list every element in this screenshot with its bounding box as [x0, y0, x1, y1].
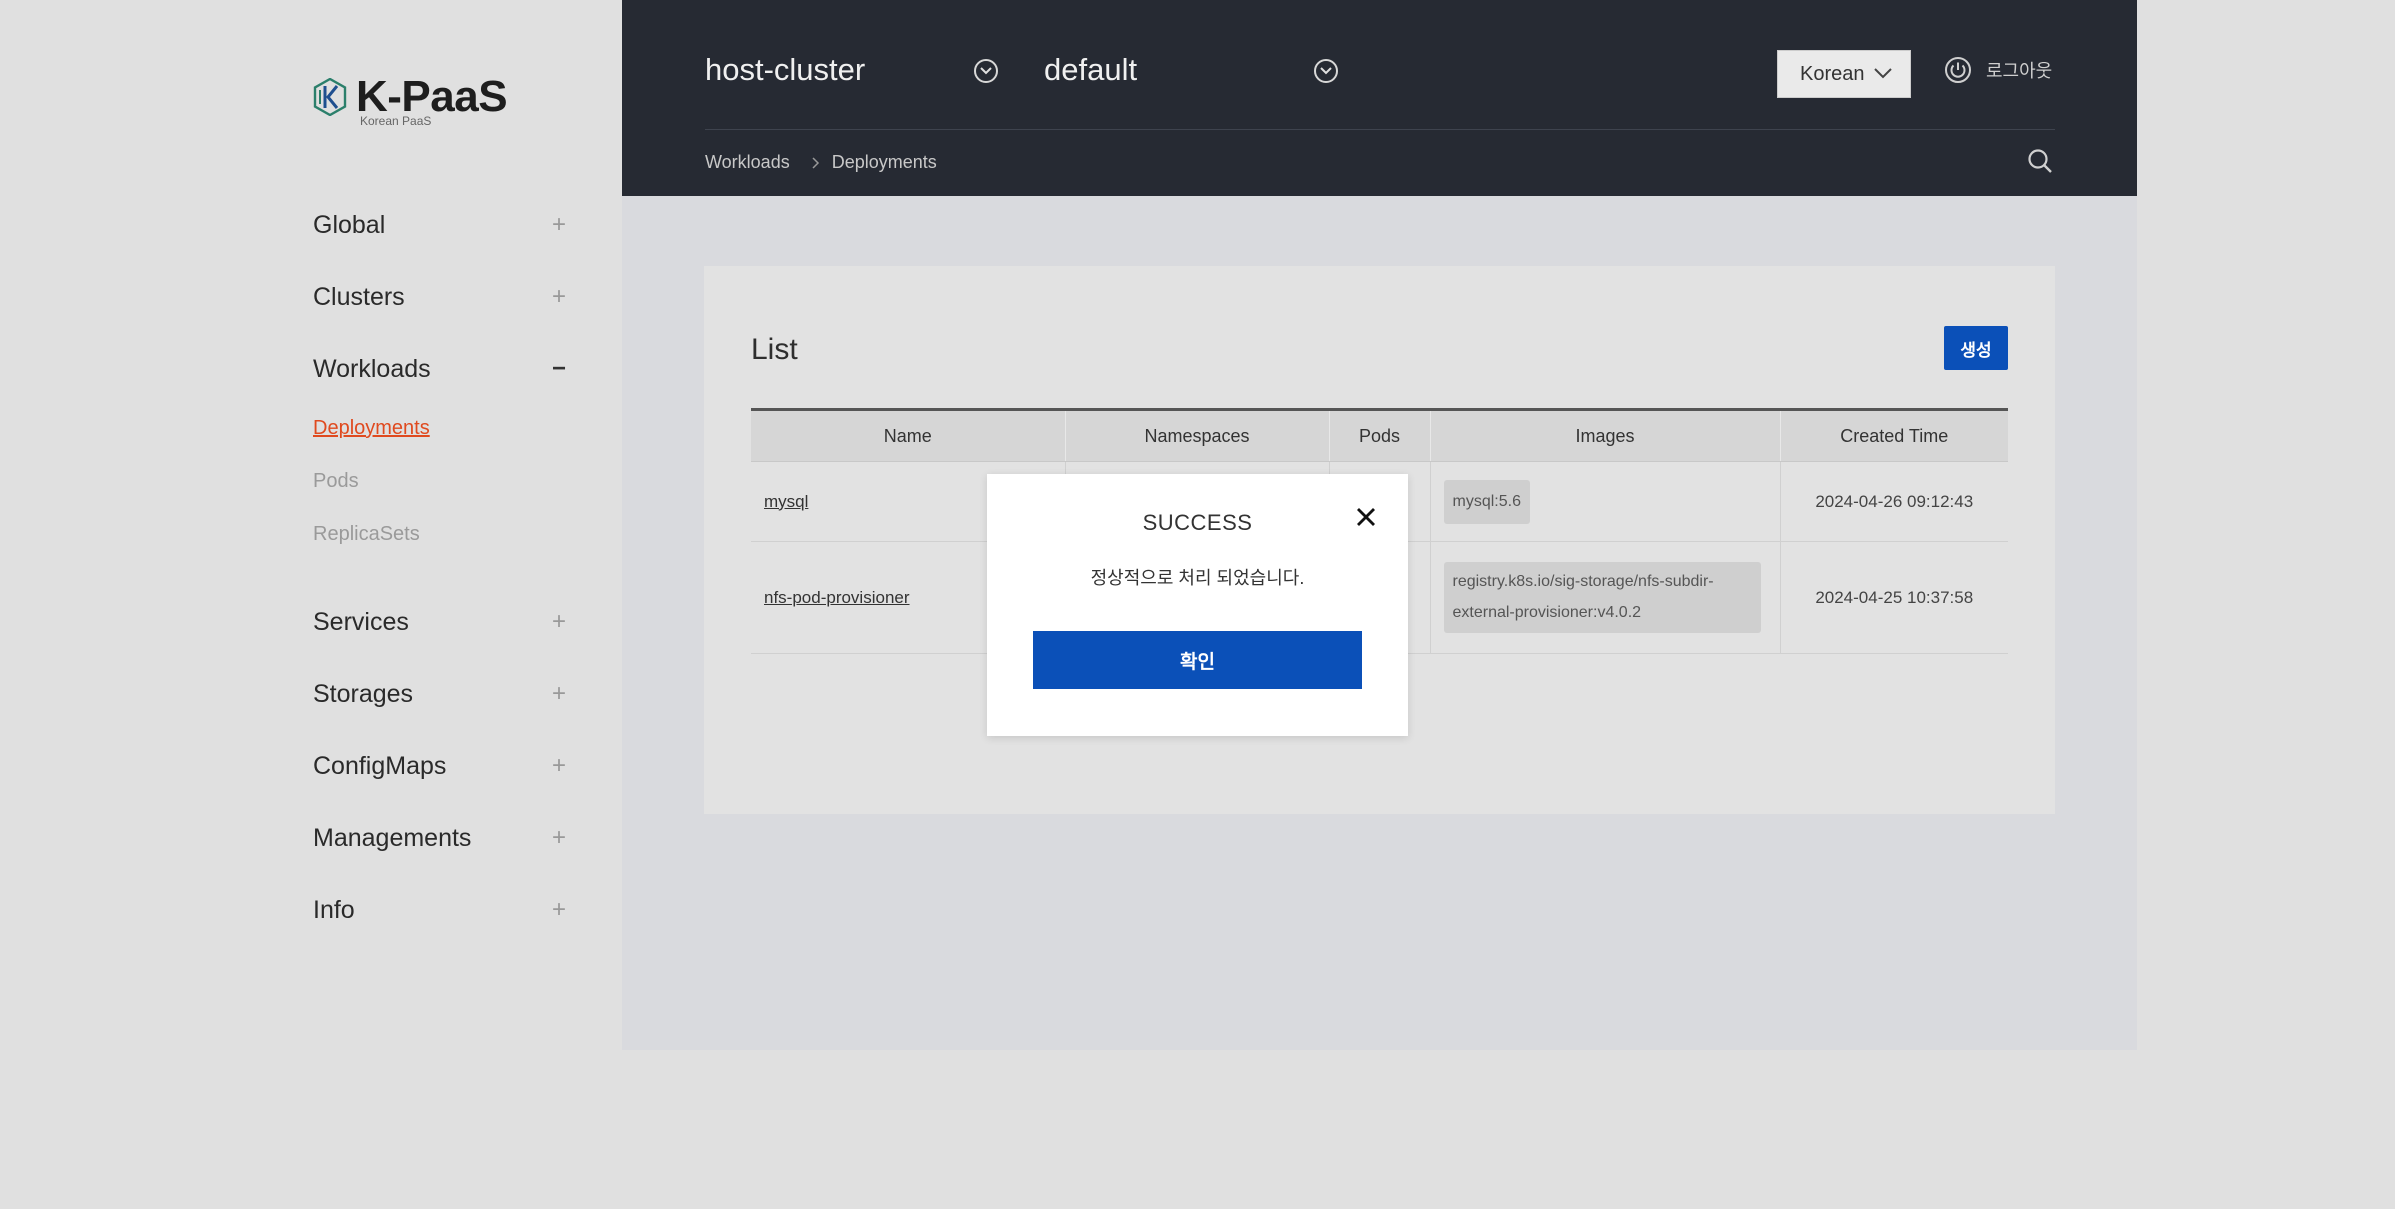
column-header-pods[interactable]: Pods: [1329, 409, 1431, 462]
confirm-button[interactable]: 확인: [1033, 631, 1362, 689]
sidebar-item-label: Managements: [313, 823, 472, 852]
expand-icon[interactable]: +: [549, 826, 569, 850]
sidebar-item-label: Services: [313, 607, 409, 636]
breadcrumb-workloads[interactable]: Workloads: [705, 152, 790, 173]
success-dialog: SUCCESS 정상적으로 처리 되었습니다. 확인: [987, 474, 1408, 736]
language-value: Korean: [1800, 62, 1865, 85]
chevron-circle-icon[interactable]: [1314, 59, 1338, 83]
expand-icon[interactable]: +: [549, 754, 569, 778]
search-button[interactable]: [2027, 148, 2053, 179]
expand-icon[interactable]: +: [549, 610, 569, 634]
deployment-name-link[interactable]: nfs-pod-provisioner: [751, 588, 910, 607]
breadcrumb: Workloads Deployments: [705, 152, 937, 173]
list-title: List: [751, 333, 798, 366]
created-time-cell: 2024-04-25 10:37:58: [1780, 541, 2008, 654]
close-button[interactable]: [1355, 506, 1377, 533]
language-select[interactable]: Korean: [1777, 50, 1911, 98]
column-header-namespaces[interactable]: Namespaces: [1065, 409, 1330, 462]
chevron-down-icon: [1874, 68, 1892, 79]
image-tag: registry.k8s.io/sig-storage/nfs-subdir-e…: [1443, 562, 1761, 633]
created-time-cell: 2024-04-26 09:12:43: [1780, 461, 2008, 542]
cluster-selector[interactable]: host-cluster: [705, 46, 865, 94]
sidebar-item-clusters[interactable]: Clusters +: [313, 275, 569, 319]
sidebar-item-info[interactable]: Info +: [313, 888, 569, 932]
deployment-name-link[interactable]: mysql: [751, 492, 808, 511]
namespace-name: default: [1044, 52, 1138, 87]
column-header-images[interactable]: Images: [1430, 409, 1781, 462]
sidebar-item-services[interactable]: Services +: [313, 600, 569, 644]
sidebar-item-label: Clusters: [313, 282, 405, 311]
sidebar-item-configmaps[interactable]: ConfigMaps +: [313, 744, 569, 788]
logout-label: 로그아웃: [1986, 61, 2053, 81]
brand-tagline: Korean PaaS: [360, 114, 432, 128]
sidebar: K-PaaS Korean PaaS Global + Clusters + W…: [0, 0, 622, 1209]
sidebar-item-managements[interactable]: Managements +: [313, 816, 569, 860]
collapse-icon[interactable]: −: [549, 357, 569, 381]
sidebar-item-storages[interactable]: Storages +: [313, 672, 569, 716]
sidebar-item-label: ConfigMaps: [313, 751, 447, 780]
search-icon: [2028, 149, 2052, 173]
create-button[interactable]: 생성: [1944, 326, 2008, 370]
chevron-right-icon: [812, 156, 819, 169]
dialog-title: SUCCESS: [1142, 510, 1253, 535]
sidebar-subitem-pods[interactable]: Pods: [313, 470, 359, 493]
logout-button[interactable]: 로그아웃: [1944, 56, 2052, 84]
expand-icon[interactable]: +: [549, 682, 569, 706]
header-divider: [705, 129, 2055, 130]
sidebar-item-workloads[interactable]: Workloads −: [313, 347, 569, 391]
column-header-created-time[interactable]: Created Time: [1780, 409, 2008, 462]
table-header-row: Name Namespaces Pods Images Created Time: [751, 409, 2008, 462]
image-tag: mysql:5.6: [1443, 479, 1530, 524]
sidebar-item-global[interactable]: Global +: [313, 203, 569, 247]
namespace-selector[interactable]: default: [1044, 46, 1137, 94]
sidebar-item-label: Workloads: [313, 354, 431, 383]
expand-icon[interactable]: +: [549, 285, 569, 309]
sidebar-subitem-deployments[interactable]: Deployments: [313, 417, 430, 440]
sidebar-item-label: Global: [313, 210, 386, 239]
sidebar-item-label: Storages: [313, 679, 414, 708]
column-header-name[interactable]: Name: [751, 409, 1066, 462]
power-icon: [1945, 57, 1971, 83]
k-paas-logo-icon: [313, 78, 347, 116]
chevron-circle-icon[interactable]: [974, 59, 998, 83]
sidebar-subitem-replicasets[interactable]: ReplicaSets: [313, 523, 420, 546]
cluster-name: host-cluster: [705, 52, 866, 87]
sidebar-item-label: Info: [313, 895, 355, 924]
expand-icon[interactable]: +: [549, 213, 569, 237]
expand-icon[interactable]: +: [549, 898, 569, 922]
dialog-message: 정상적으로 처리 되었습니다.: [1090, 568, 1305, 588]
breadcrumb-deployments: Deployments: [831, 152, 937, 172]
close-icon: [1357, 508, 1375, 526]
